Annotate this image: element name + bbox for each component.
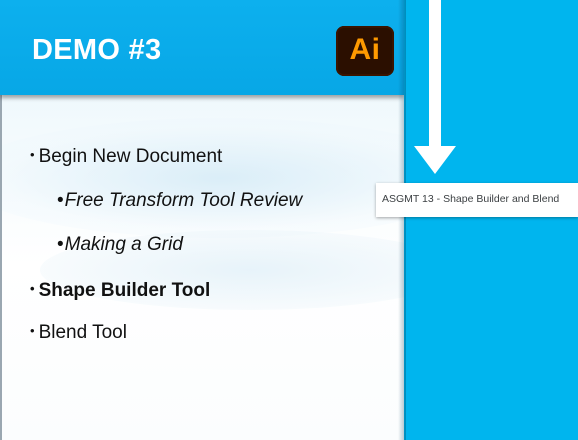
adobe-illustrator-icon: Ai [336, 26, 394, 76]
background-wave [0, 118, 404, 238]
bullet-marker: • [30, 147, 35, 162]
bullet-text: Making a Grid [64, 234, 183, 255]
bullet-text: Shape Builder Tool [38, 280, 211, 301]
bullet-item-free-transform-review: •Free Transform Tool Review [57, 190, 302, 212]
bullet-item-making-a-grid: •Making a Grid [57, 234, 183, 256]
bullet-text: Blend Tool [38, 322, 127, 343]
down-arrow-head [414, 146, 456, 174]
bullet-item-blend-tool: • Blend Tool [30, 322, 127, 344]
bullet-marker: • [30, 323, 35, 338]
slide-title: DEMO #3 [32, 34, 162, 66]
down-arrow-icon [429, 0, 441, 148]
side-panel-shadow [398, 0, 406, 440]
bullet-item-shape-builder-tool: • Shape Builder Tool [30, 280, 210, 302]
logo-text: Ai [349, 33, 381, 66]
bullet-item-begin-new-document: • Begin New Document [30, 146, 222, 168]
assignment-link[interactable]: ASGMT 13 - Shape Builder and Blend [376, 183, 578, 217]
bullet-marker: • [30, 281, 35, 296]
assignment-label[interactable]: ASGMT 13 - Shape Builder and Blend [382, 193, 559, 205]
bullet-marker: • [57, 234, 64, 255]
bullet-marker: • [57, 190, 64, 211]
slide: DEMO #3 Ai • Begin New Document •Free Tra… [0, 0, 578, 440]
bullet-text: Begin New Document [38, 146, 223, 167]
bullet-text: Free Transform Tool Review [64, 190, 303, 211]
panel-left-border [0, 95, 2, 440]
title-bar: DEMO #3 Ai [0, 0, 404, 95]
